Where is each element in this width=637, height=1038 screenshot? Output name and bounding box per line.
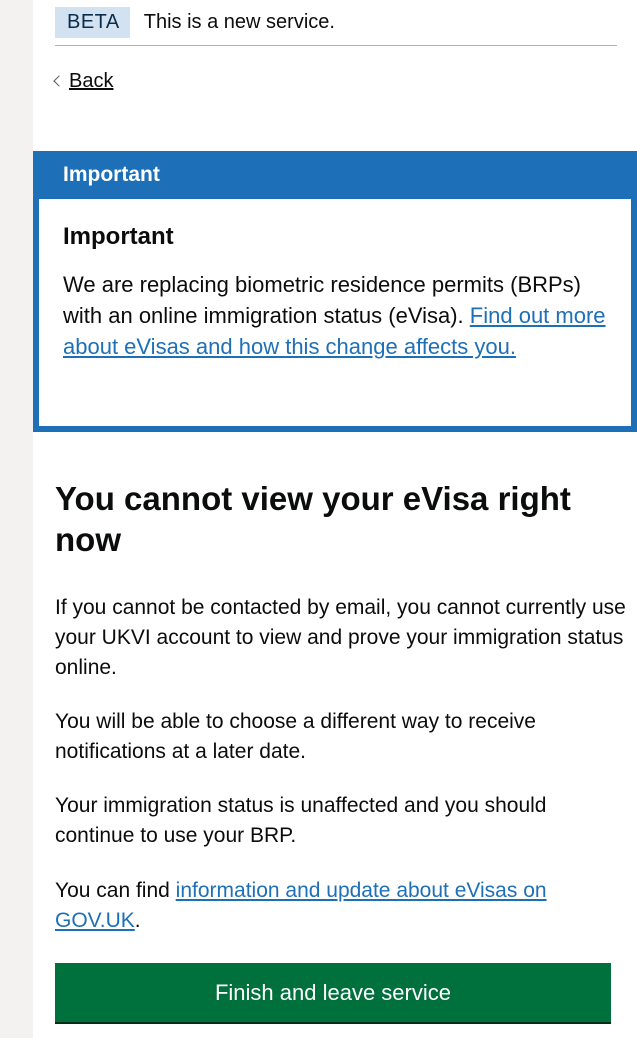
paragraph-contact: If you cannot be contacted by email, you… — [55, 596, 626, 679]
phase-banner-text: This is a new service. — [143, 11, 335, 33]
back-link[interactable]: Back — [53, 70, 114, 93]
chevron-left-icon — [53, 74, 65, 87]
paragraph-status: Your immigration status is unaffected an… — [55, 794, 547, 847]
notice-title: Important — [63, 223, 174, 250]
finish-and-leave-button[interactable]: Finish and leave service — [55, 963, 611, 1022]
phase-tag: BETA — [55, 7, 130, 38]
notice-header: Important — [63, 163, 160, 186]
notice-text: We are replacing biometric residence per… — [63, 269, 609, 362]
page-container: BETA This is a new service. Back Importa… — [33, 0, 637, 1038]
back-link-label: Back — [69, 70, 114, 92]
paragraph-notifications: You will be able to choose a different w… — [55, 710, 536, 763]
paragraph-govuk-suffix: . — [134, 909, 141, 932]
notice-body: Important We are replacing biometric res… — [39, 199, 631, 426]
phase-banner: BETA This is a new service. — [55, 0, 617, 46]
important-notice-banner: Important Important We are replacing bio… — [33, 151, 637, 432]
page-title: You cannot view your eVisa right now — [55, 480, 571, 558]
paragraph-govuk: You can find information and update abou… — [55, 876, 630, 936]
paragraph-govuk-prefix: You can find — [55, 879, 170, 902]
